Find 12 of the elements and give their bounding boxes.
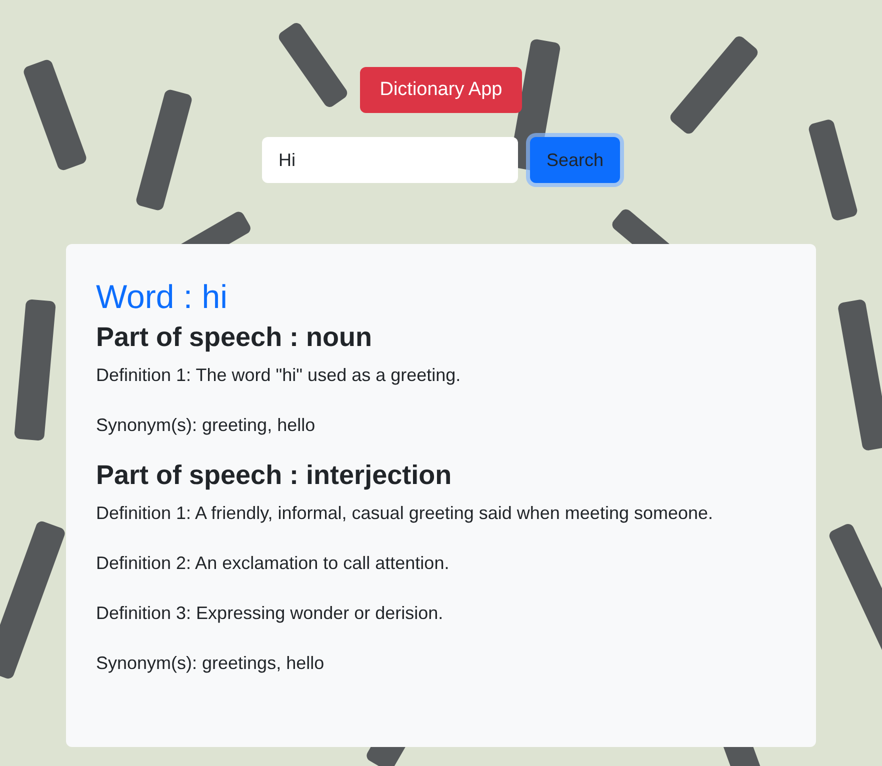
app-title-button[interactable]: Dictionary App — [360, 67, 522, 113]
word-heading: Word : hi — [96, 277, 228, 317]
definition-text: Definition 3: Expressing wonder or derision. — [96, 602, 444, 625]
definition-text: Definition 1: A friendly, informal, casual greeting said when meeting someone. — [96, 502, 714, 525]
synonyms-text: Synonym(s): greetings, hello — [96, 652, 326, 675]
part-of-speech-heading: Part of speech : interjection — [96, 459, 453, 492]
search-field[interactable]: Hi — [262, 137, 518, 183]
part-of-speech-heading: Part of speech : noun — [96, 321, 374, 354]
search-button[interactable]: Search — [530, 137, 620, 183]
definition-text: Definition 2: An exclamation to call attention. — [96, 552, 450, 575]
synonyms-text: Synonym(s): greeting, hello — [96, 414, 316, 437]
definition-text: Definition 1: The word "hi" used as a greeting. — [96, 364, 462, 387]
